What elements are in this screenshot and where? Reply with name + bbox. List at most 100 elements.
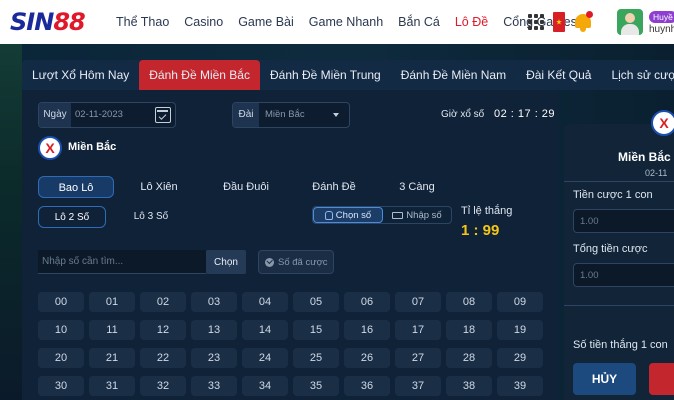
number-cell[interactable]: 26 <box>344 348 390 368</box>
sub-type-tab-0[interactable]: Lô 2 Số <box>38 206 106 228</box>
tab-3[interactable]: Đánh Đề Miền Nam <box>391 60 516 90</box>
bet-slip-divider-2 <box>564 305 674 306</box>
bet-type-tab-0[interactable]: Bao Lô <box>38 176 114 198</box>
confirm-bet-button[interactable] <box>649 363 674 395</box>
number-cell[interactable]: 10 <box>38 320 84 340</box>
apps-grid-icon[interactable] <box>528 14 544 30</box>
number-cell[interactable]: 24 <box>242 348 288 368</box>
station-select[interactable]: Đài Miền Bắc <box>232 102 350 128</box>
number-cell[interactable]: 36 <box>344 376 390 396</box>
number-cell[interactable]: 02 <box>140 292 186 312</box>
total-bet-label: Tổng tiền cược <box>573 243 648 255</box>
nav-item-1[interactable]: Casino <box>184 15 223 29</box>
bet-per-number-label: Tiền cược 1 con <box>573 189 653 201</box>
bet-slip-panel <box>564 124 674 400</box>
top-navigation: SIN88 Thể Thao Casino Game Bài Game Nhanh Bắ… <box>0 0 674 44</box>
number-cell[interactable]: 20 <box>38 348 84 368</box>
number-cell[interactable]: 08 <box>446 292 492 312</box>
tab-0[interactable]: Lượt Xổ Hôm Nay <box>22 60 139 90</box>
enter-number-mode-button[interactable]: Nhập số <box>383 207 451 223</box>
number-cell[interactable]: 09 <box>497 292 543 312</box>
number-cell[interactable]: 23 <box>191 348 237 368</box>
bet-per-number-input[interactable] <box>573 209 674 233</box>
choose-button[interactable]: Chọn <box>206 250 246 274</box>
number-cell[interactable]: 19 <box>497 320 543 340</box>
number-cell[interactable]: 29 <box>497 348 543 368</box>
bet-slip-region-icon: X <box>651 110 674 136</box>
choose-number-label: Chọn số <box>335 209 372 221</box>
number-cell[interactable]: 38 <box>446 376 492 396</box>
win-per-number-label: Số tiền thắng 1 con <box>573 339 668 351</box>
number-cell[interactable]: 35 <box>293 376 339 396</box>
bet-type-tab-2[interactable]: Đầu Đuôi <box>206 176 286 198</box>
number-cell[interactable]: 00 <box>38 292 84 312</box>
number-cell[interactable]: 34 <box>242 376 288 396</box>
date-picker[interactable]: Ngày 02-11-2023 <box>38 102 176 128</box>
number-cell[interactable]: 03 <box>191 292 237 312</box>
number-cell[interactable]: 05 <box>293 292 339 312</box>
chevron-down-icon[interactable] <box>333 113 339 117</box>
number-cell[interactable]: 12 <box>140 320 186 340</box>
date-value[interactable]: 02-11-2023 <box>75 109 123 120</box>
number-cell[interactable]: 07 <box>395 292 441 312</box>
number-cell[interactable]: 28 <box>446 348 492 368</box>
vietnam-flag-icon[interactable] <box>553 12 565 32</box>
number-cell[interactable]: 16 <box>344 320 390 340</box>
input-mode-toggle: Chọn số Nhập số <box>312 206 452 224</box>
number-search-input[interactable] <box>38 250 206 274</box>
notification-bell-icon[interactable] <box>572 11 594 33</box>
number-cell[interactable]: 39 <box>497 376 543 396</box>
tab-2[interactable]: Đánh Đề Miền Trung <box>260 60 391 90</box>
sub-type-tab-1[interactable]: Lô 3 Số <box>116 206 186 228</box>
bet-numbers-label: Số đã cược <box>278 256 328 268</box>
logo-main-text: SIN <box>10 8 54 36</box>
tab-4[interactable]: Đài Kết Quả <box>516 60 601 90</box>
number-cell[interactable]: 27 <box>395 348 441 368</box>
nav-item-0[interactable]: Thể Thao <box>116 15 169 29</box>
nav-item-4[interactable]: Bắn Cá <box>398 15 440 29</box>
site-logo[interactable]: SIN88 <box>10 8 102 36</box>
number-cell[interactable]: 25 <box>293 348 339 368</box>
number-cell[interactable]: 30 <box>38 376 84 396</box>
number-cell[interactable]: 31 <box>89 376 135 396</box>
win-rate-label: Tỉ lệ thắng <box>461 205 513 217</box>
bet-type-tab-1[interactable]: Lô Xiên <box>124 176 194 198</box>
nav-item-2[interactable]: Game Bài <box>238 15 294 29</box>
number-cell[interactable]: 37 <box>395 376 441 396</box>
keyboard-icon <box>392 211 404 219</box>
total-bet-input[interactable] <box>573 263 674 287</box>
number-cell[interactable]: 32 <box>140 376 186 396</box>
bet-slip-logo-text: X <box>659 115 669 131</box>
number-cell[interactable]: 21 <box>89 348 135 368</box>
calendar-icon[interactable] <box>155 107 171 123</box>
left-decoration <box>0 44 22 400</box>
region-name: Miền Bắc <box>68 141 117 153</box>
number-cell[interactable]: 04 <box>242 292 288 312</box>
number-cell[interactable]: 17 <box>395 320 441 340</box>
bet-numbers-button[interactable]: Số đã cược <box>258 250 334 274</box>
username[interactable]: huynh <box>649 24 674 35</box>
user-avatar[interactable] <box>617 9 643 35</box>
bet-type-tab-3[interactable]: Đánh Đề <box>296 176 372 198</box>
tab-5[interactable]: Lịch sử cược <box>601 60 674 90</box>
station-value[interactable]: Miền Bắc <box>265 109 305 120</box>
number-cell[interactable]: 01 <box>89 292 135 312</box>
tab-1[interactable]: Đánh Đề Miền Bắc <box>139 60 260 90</box>
number-cell[interactable]: 11 <box>89 320 135 340</box>
number-cell[interactable]: 13 <box>191 320 237 340</box>
number-cell[interactable]: 33 <box>191 376 237 396</box>
number-cell[interactable]: 14 <box>242 320 288 340</box>
number-grid: 00 01 02 03 04 05 06 07 08 09 10 11 12 13 14 15 16 17 18 19… <box>38 290 546 400</box>
lottery-tabs: Lượt Xổ Hôm Nay Đánh Đề Miền Bắc Đánh Đề M… <box>22 60 674 90</box>
choose-number-mode-button[interactable]: Chọn số <box>313 207 383 223</box>
number-cell[interactable]: 22 <box>140 348 186 368</box>
nav-item-3[interactable]: Game Nhanh <box>309 15 383 29</box>
number-cell[interactable]: 06 <box>344 292 390 312</box>
number-cell[interactable]: 18 <box>446 320 492 340</box>
pointer-hand-icon <box>324 210 333 220</box>
nav-item-5[interactable]: Lô Đề <box>455 15 488 29</box>
number-cell[interactable]: 15 <box>293 320 339 340</box>
cancel-button[interactable]: HỦY <box>573 363 636 395</box>
bet-type-tab-4[interactable]: 3 Càng <box>386 176 448 198</box>
main-menu: Thể Thao Casino Game Bài Game Nhanh Bắn Cá Lô… <box>116 0 592 44</box>
